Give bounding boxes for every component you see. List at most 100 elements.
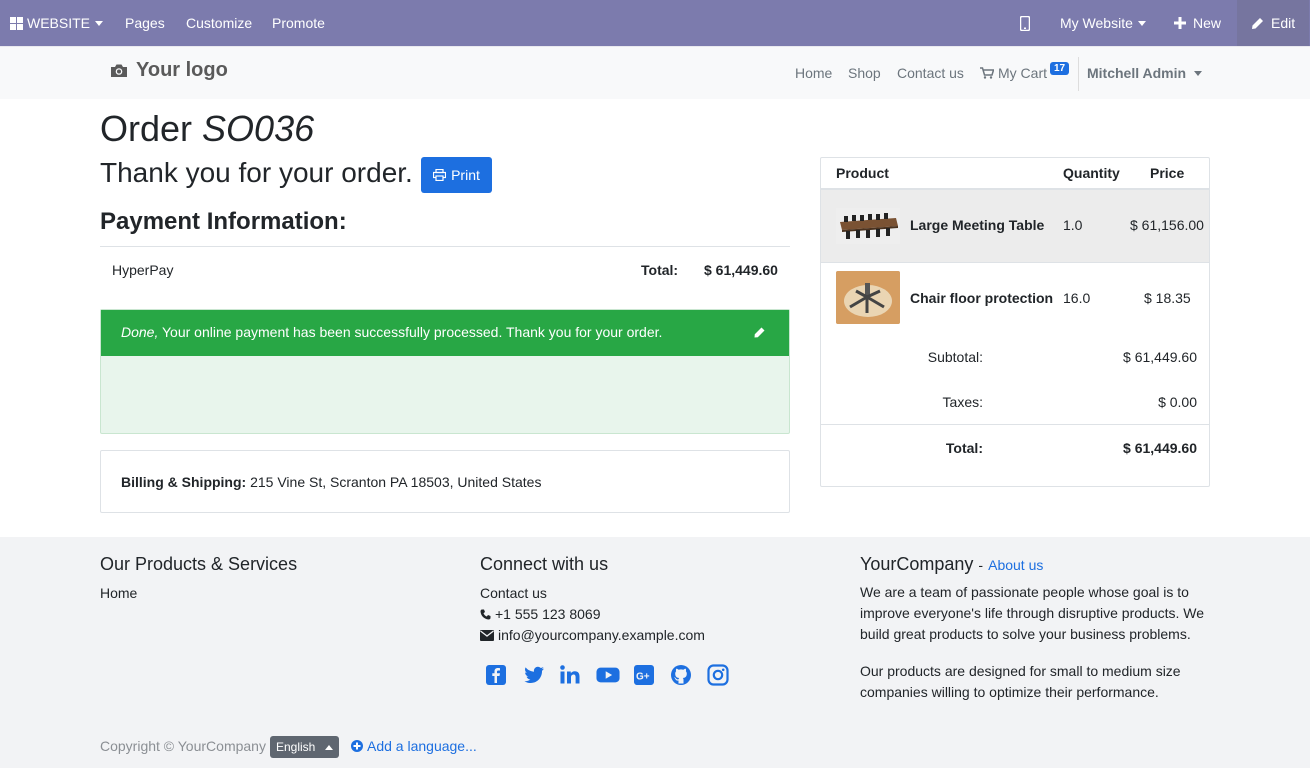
envelope-icon bbox=[480, 629, 494, 641]
summary-total-label: Total: bbox=[945, 440, 983, 456]
instagram-icon[interactable] bbox=[707, 664, 731, 688]
footer-phone: +1 555 123 8069 bbox=[480, 606, 601, 622]
billing-shipping-box: Billing & Shipping: 215 Vine St, Scranto… bbox=[100, 450, 790, 513]
footer-products-heading: Our Products & Services bbox=[100, 554, 298, 574]
social-links: G+ bbox=[485, 664, 731, 688]
page-title: Order SO036 bbox=[100, 108, 314, 150]
camera-icon bbox=[111, 64, 127, 77]
site-header: Your logo Home Shop Contact us My Cart 1… bbox=[0, 46, 1310, 99]
menu-customize[interactable]: Customize bbox=[186, 0, 252, 46]
add-language-label: Add a language... bbox=[367, 738, 477, 754]
taxes-value: $ 0.00 bbox=[1158, 394, 1197, 410]
column-header-quantity: Quantity bbox=[1063, 165, 1120, 181]
svg-text:G+: G+ bbox=[636, 672, 650, 683]
footer-connect-heading: Connect with us bbox=[480, 554, 609, 574]
product-name[interactable]: Large Meeting Table bbox=[910, 217, 1044, 233]
mobile-preview-button[interactable] bbox=[1020, 0, 1030, 46]
menu-promote[interactable]: Promote bbox=[272, 0, 325, 46]
payment-method: HyperPay bbox=[112, 262, 174, 278]
phone-number: +1 555 123 8069 bbox=[495, 606, 601, 622]
subtotal-value: $ 61,449.60 bbox=[1123, 349, 1197, 365]
payment-heading: Payment Information: bbox=[100, 208, 347, 235]
company-name: YourCompany bbox=[860, 554, 974, 574]
alert-header: Done, Your online payment has been succe… bbox=[101, 310, 789, 356]
company-description: We are a team of passionate people whose… bbox=[860, 584, 1205, 642]
nav-shop[interactable]: Shop bbox=[848, 47, 881, 99]
edit-label: Edit bbox=[1271, 15, 1296, 31]
edit-button[interactable]: Edit bbox=[1237, 0, 1310, 46]
product-price: $ 61,156.00 bbox=[1130, 217, 1204, 233]
github-icon[interactable] bbox=[670, 664, 694, 688]
user-menu[interactable]: Mitchell Admin bbox=[1087, 47, 1203, 99]
table-row: Large Meeting Table 1.0 $ 61,156.00 bbox=[821, 188, 1209, 263]
product-quantity: 16.0 bbox=[1063, 290, 1091, 306]
summary-total-value: $ 61,449.60 bbox=[1123, 440, 1197, 456]
cart-label: My Cart bbox=[998, 65, 1047, 81]
divider bbox=[100, 246, 790, 247]
footer-home-link[interactable]: Home bbox=[100, 585, 137, 601]
product-image-chair-floor-protection bbox=[836, 271, 900, 324]
column-header-product: Product bbox=[836, 165, 889, 181]
site-selector-label: My Website bbox=[1060, 15, 1133, 31]
linkedin-icon[interactable] bbox=[559, 664, 583, 688]
taxes-label: Taxes: bbox=[942, 394, 983, 410]
print-button[interactable]: Print bbox=[421, 157, 492, 193]
billing-label: Billing & Shipping: bbox=[121, 474, 247, 490]
cart-count-badge: 17 bbox=[1050, 61, 1070, 75]
payment-status-alert: Done, Your online payment has been succe… bbox=[100, 309, 790, 434]
grid-icon bbox=[10, 16, 23, 30]
payment-total-label: Total: bbox=[641, 262, 679, 278]
divider bbox=[821, 424, 1209, 425]
product-quantity: 1.0 bbox=[1063, 217, 1083, 233]
site-selector[interactable]: My Website bbox=[1060, 0, 1146, 46]
facebook-icon[interactable] bbox=[485, 664, 509, 688]
order-title-prefix: Order bbox=[100, 108, 193, 149]
footer-about-link[interactable]: About us bbox=[988, 557, 1043, 573]
nav-contact[interactable]: Contact us bbox=[897, 47, 964, 99]
column-header-price: Price bbox=[1150, 165, 1185, 181]
menu-pages[interactable]: Pages bbox=[125, 0, 165, 46]
pencil-icon[interactable] bbox=[754, 325, 765, 341]
footer-contact-link[interactable]: Contact us bbox=[480, 585, 547, 601]
email-address: info@yourcompany.example.com bbox=[498, 627, 705, 643]
language-selector[interactable]: English bbox=[270, 736, 339, 758]
chevron-up-icon bbox=[325, 744, 334, 750]
footer-email: info@yourcompany.example.com bbox=[480, 627, 705, 643]
youtube-icon[interactable] bbox=[596, 664, 620, 688]
google-plus-icon[interactable]: G+ bbox=[633, 664, 657, 688]
thank-you-heading: Thank you for your order. bbox=[100, 157, 413, 188]
print-icon bbox=[433, 169, 447, 181]
alert-message: Your online payment has been successfull… bbox=[162, 324, 663, 340]
admin-bar: WEBSITE Pages Customize Promote My Websi… bbox=[0, 0, 1310, 46]
print-label: Print bbox=[451, 167, 480, 183]
add-language-link[interactable]: Add a language... bbox=[351, 738, 477, 754]
pencil-icon bbox=[1252, 17, 1263, 29]
app-label: WEBSITE bbox=[27, 15, 91, 31]
logo-text: Your logo bbox=[136, 59, 228, 81]
subtotal-label: Subtotal: bbox=[927, 349, 983, 365]
product-price: $ 18.35 bbox=[1144, 290, 1191, 306]
nav-divider bbox=[1078, 57, 1079, 91]
twitter-icon[interactable] bbox=[522, 664, 546, 688]
product-name[interactable]: Chair floor protection bbox=[910, 290, 1053, 306]
copyright-text: Copyright © YourCompany bbox=[100, 738, 266, 754]
apps-menu-button[interactable]: WEBSITE bbox=[10, 0, 104, 46]
footer-company-heading: YourCompany - About us bbox=[860, 554, 1043, 575]
new-button[interactable]: New bbox=[1174, 0, 1221, 46]
order-number: SO036 bbox=[202, 108, 315, 149]
phone-icon bbox=[480, 609, 491, 619]
chevron-down-icon bbox=[95, 20, 104, 26]
billing-address: 215 Vine St, Scranton PA 18503, United S… bbox=[250, 474, 542, 490]
new-label: New bbox=[1193, 15, 1222, 31]
mobile-icon bbox=[1020, 15, 1030, 31]
site-logo[interactable]: Your logo bbox=[110, 59, 228, 82]
plus-circle-icon bbox=[351, 740, 363, 752]
nav-home[interactable]: Home bbox=[795, 47, 832, 99]
payment-total-value: $ 61,449.60 bbox=[704, 262, 778, 278]
cart-icon bbox=[980, 67, 994, 79]
plus-icon bbox=[1174, 17, 1186, 29]
nav-cart[interactable]: My Cart 17 bbox=[980, 47, 1070, 99]
company-tagline: Our products are designed for small to m… bbox=[860, 663, 1181, 700]
heading-separator: - bbox=[978, 557, 984, 573]
language-label: English bbox=[276, 740, 316, 754]
